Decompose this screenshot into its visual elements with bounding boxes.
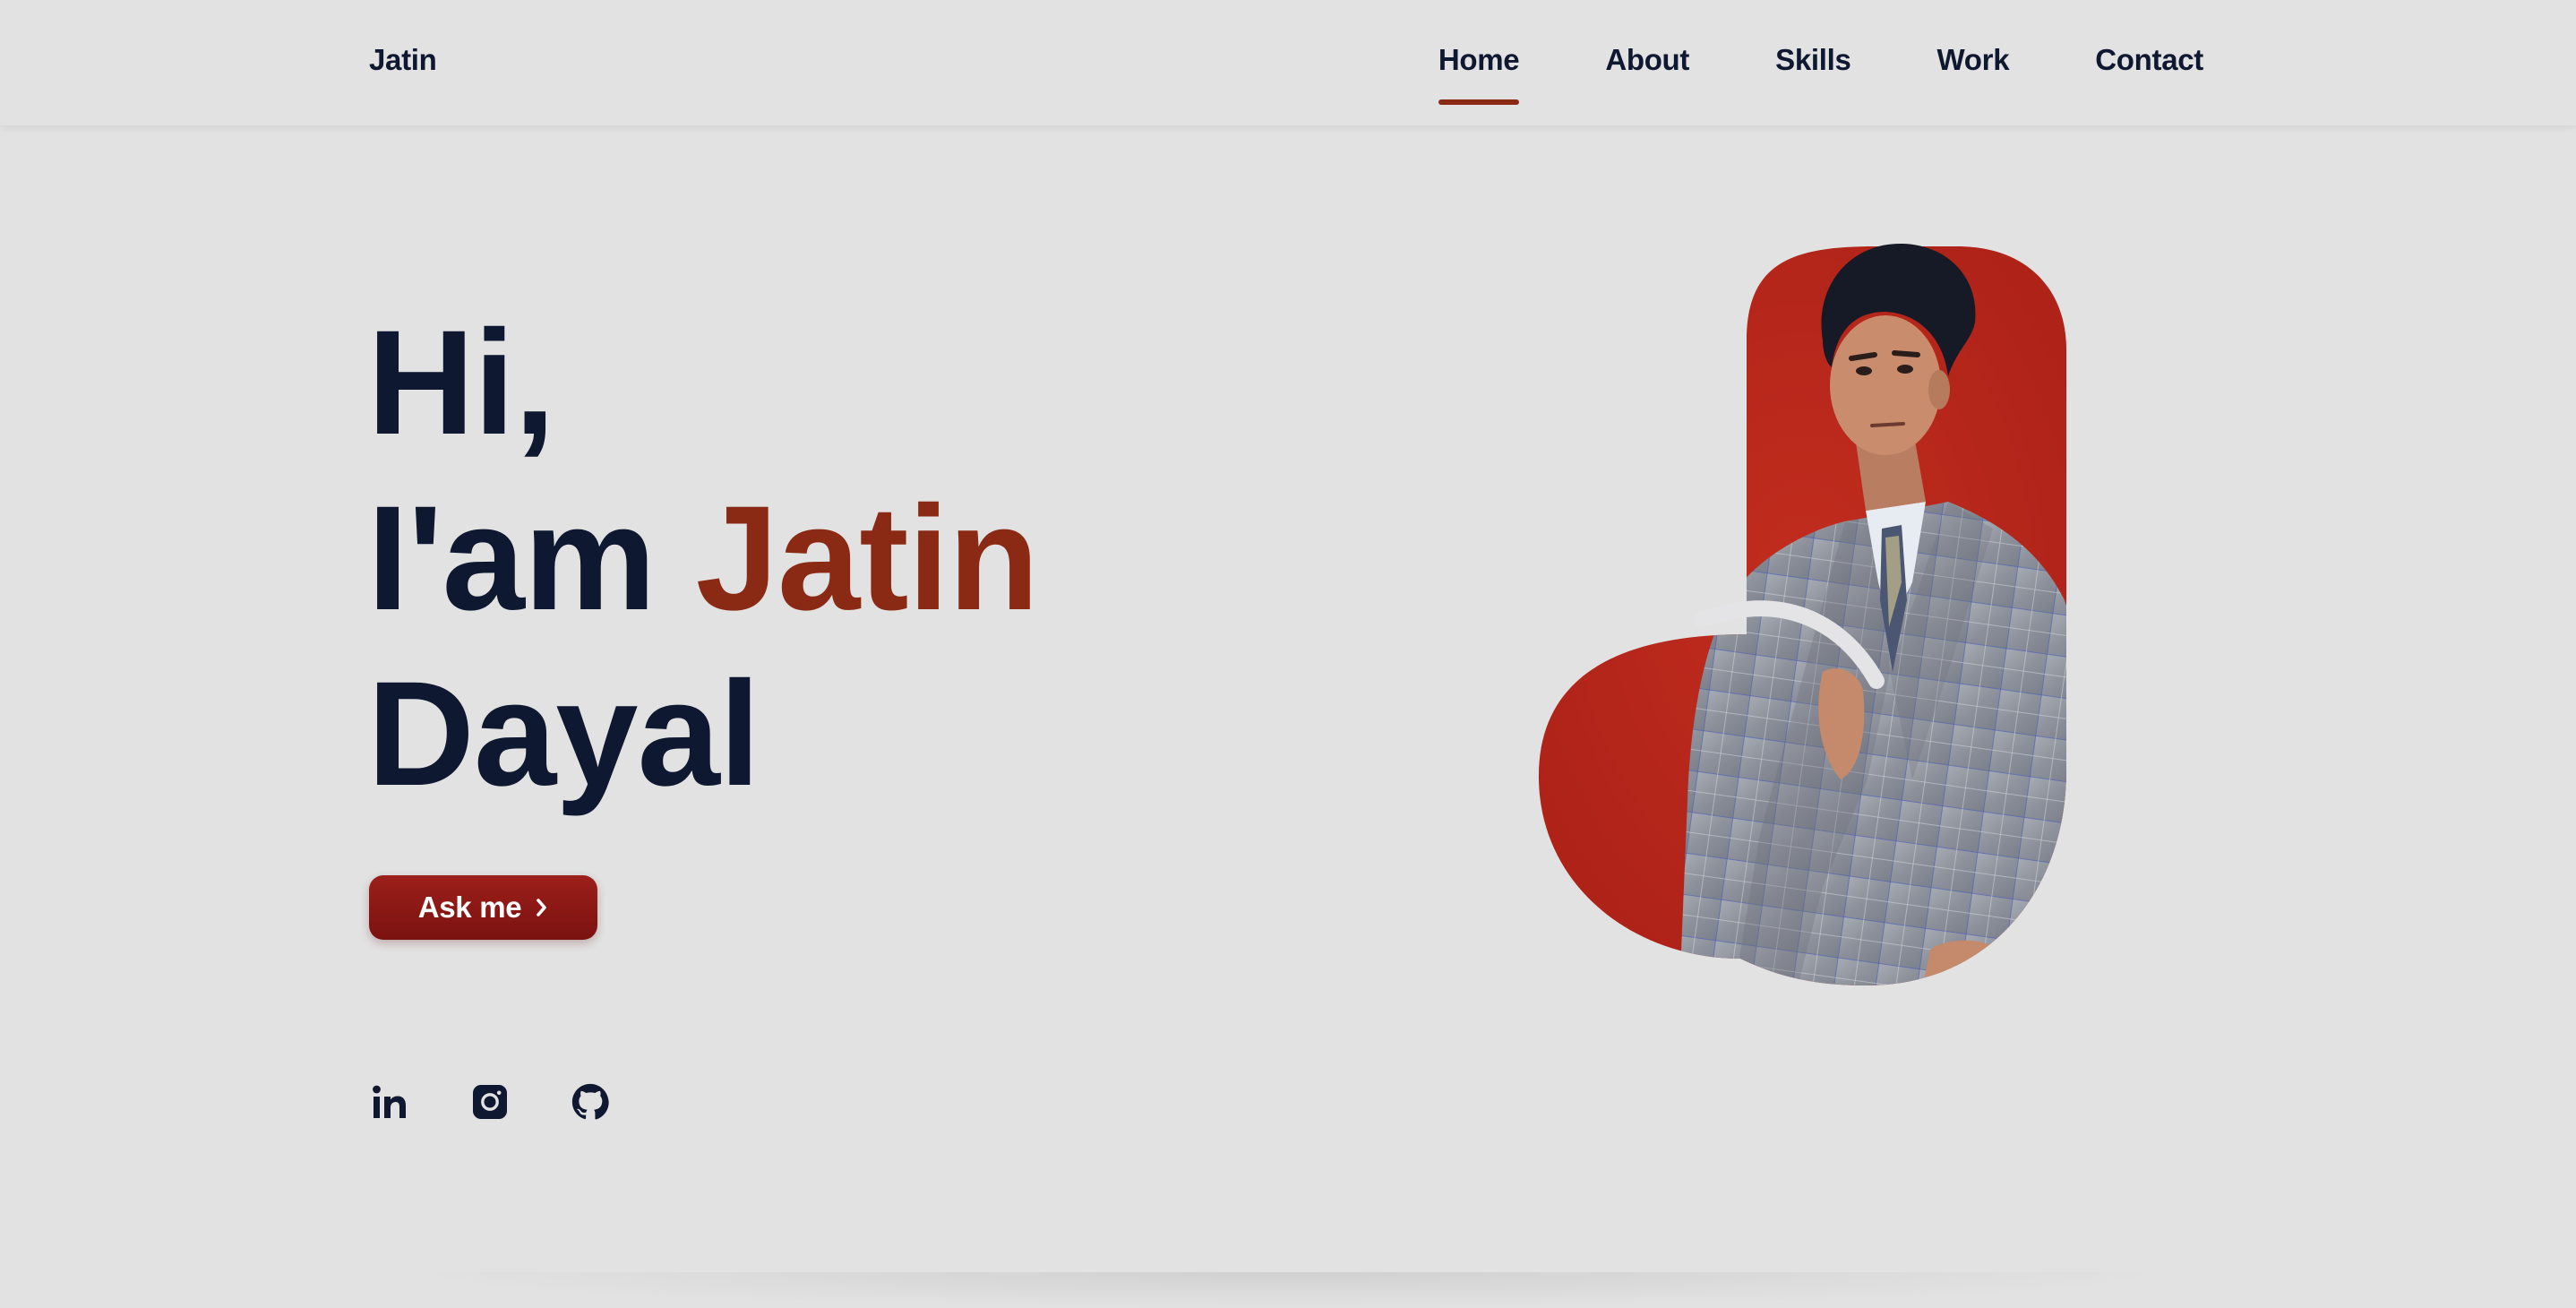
section-divider-shadow [394, 1272, 2185, 1308]
main-nav: Home About Skills Work Contact [1438, 43, 2203, 105]
chevron-right-icon [537, 899, 547, 916]
instagram-icon [473, 1085, 507, 1119]
nav-contact[interactable]: Contact [2095, 43, 2203, 77]
nav-home[interactable]: Home [1438, 43, 1520, 105]
github-icon [571, 1083, 609, 1120]
site-header: Jatin Home About Skills Work Contact [0, 0, 2576, 125]
last-name: Dayal [367, 651, 760, 817]
social-links [370, 1082, 671, 1122]
greeting-line: Hi, [367, 300, 555, 466]
name-line: I'am Jatin [367, 471, 1039, 647]
linkedin-icon [373, 1085, 406, 1118]
linkedin-link[interactable] [370, 1082, 409, 1122]
ask-me-label: Ask me [417, 891, 522, 924]
nav-skills[interactable]: Skills [1775, 43, 1851, 77]
first-name: Jatin [695, 476, 1039, 641]
instagram-link[interactable] [470, 1082, 510, 1122]
intro-text: I'am [367, 476, 657, 641]
logo[interactable]: Jatin [369, 43, 437, 77]
portrait-image [1527, 206, 2100, 994]
github-link[interactable] [571, 1082, 610, 1122]
ask-me-button[interactable]: Ask me [369, 875, 597, 940]
nav-work[interactable]: Work [1937, 43, 2010, 77]
nav-about[interactable]: About [1605, 43, 1689, 77]
hero-title: Hi, I'am Jatin Dayal [367, 296, 1039, 822]
